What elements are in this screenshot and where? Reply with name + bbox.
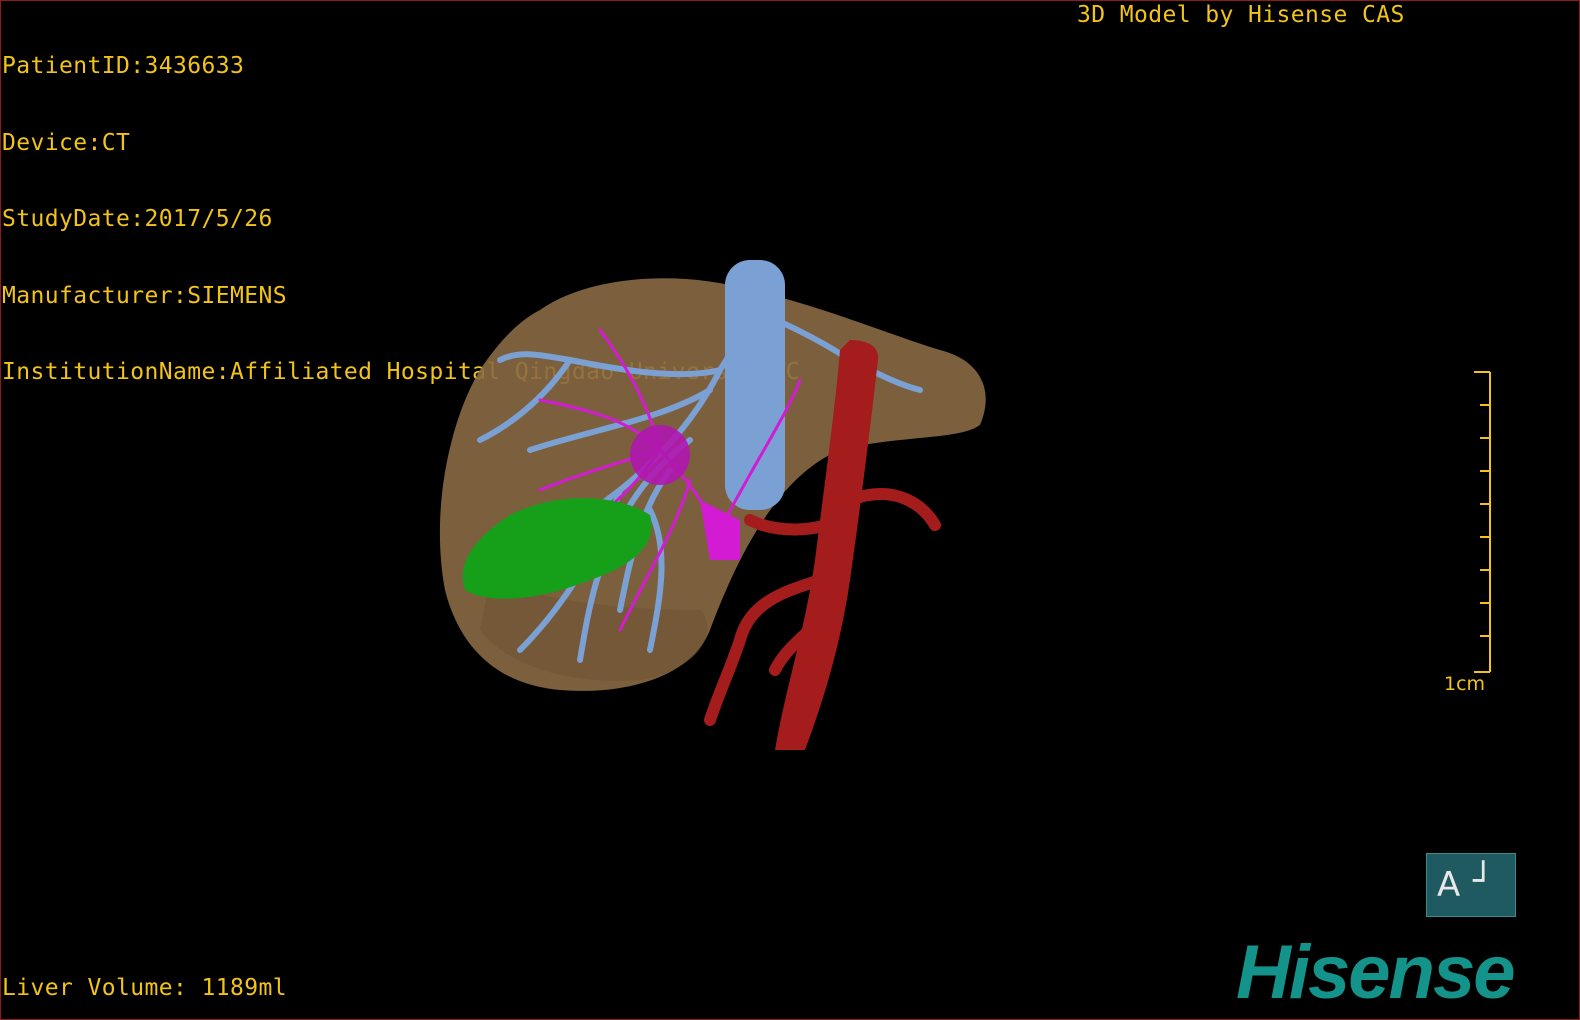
liver-volume-text: Liver Volume: 1189ml bbox=[2, 975, 287, 1001]
hisense-logo: Hisense bbox=[1236, 930, 1515, 1015]
liver-3d-model[interactable] bbox=[420, 250, 1000, 760]
orientation-symbol: ┘ bbox=[1473, 861, 1494, 901]
orientation-cube[interactable]: A ┘ bbox=[1426, 853, 1516, 917]
device-text: Device:CT bbox=[2, 129, 131, 156]
scale-label: 1cm bbox=[1444, 673, 1486, 695]
patient-id-text: PatientID:3436633 bbox=[2, 53, 245, 79]
model-credit: 3D Model by Hisense CAS bbox=[1077, 2, 1405, 28]
inferior-vena-cava bbox=[725, 260, 785, 510]
orientation-letter: A bbox=[1437, 865, 1461, 905]
study-date-text: StudyDate:2017/5/26 bbox=[2, 206, 273, 232]
scale-bar bbox=[1474, 371, 1491, 673]
